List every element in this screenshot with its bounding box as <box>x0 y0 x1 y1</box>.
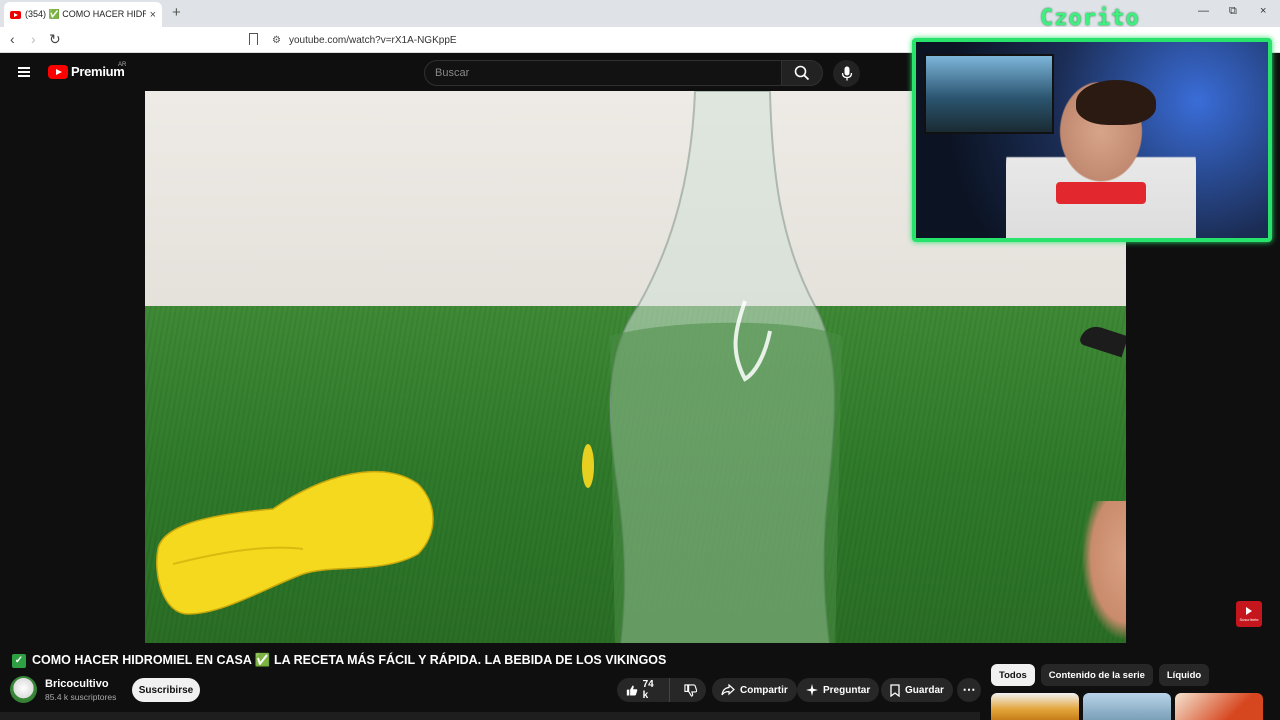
bookmark-icon[interactable] <box>249 33 258 45</box>
streamer-microphone <box>1056 182 1146 204</box>
channel-name[interactable]: Bricocultivo <box>45 678 116 690</box>
bottom-strip <box>0 712 980 720</box>
chip-series-content[interactable]: Contenido de la serie <box>1040 664 1153 686</box>
search-button[interactable] <box>781 60 823 86</box>
related-filter-chips: Todos Contenido de la serie Líquido <box>991 664 1210 686</box>
restore-icon[interactable]: ⧉ <box>1229 5 1237 18</box>
window-close-icon[interactable]: × <box>1260 5 1266 17</box>
thumbs-up-icon <box>626 685 638 695</box>
url-field[interactable]: ⚙ youtube.com/watch?v=rX1A-NGKppE <box>272 31 892 49</box>
subscribe-button[interactable]: Suscribirse <box>132 678 200 702</box>
new-tab-button[interactable]: + <box>172 4 181 21</box>
dislike-button[interactable] <box>675 683 706 697</box>
search-box <box>424 60 782 86</box>
back-icon[interactable]: ‹ <box>10 31 15 47</box>
tab-title: (354) ✅ COMO HACER HIDR <box>25 9 146 19</box>
streamer-name: Czorito <box>1040 6 1140 31</box>
glass-bottle-image <box>582 91 842 643</box>
streamer-hair <box>1076 80 1156 125</box>
search-input[interactable] <box>435 67 781 79</box>
play-icon <box>1246 606 1252 615</box>
voice-search-button[interactable] <box>833 60 860 87</box>
youtube-logo-icon <box>48 64 68 79</box>
video-title-text: COMO HACER HIDROMIEL EN CASA ✅ LA RECETA… <box>32 653 667 667</box>
related-video-thumbnail[interactable] <box>1175 693 1263 720</box>
video-title: ✓ COMO HACER HIDROMIEL EN CASA ✅ LA RECE… <box>12 653 666 668</box>
related-thumbnails <box>991 693 1263 720</box>
bookmark-save-icon <box>890 683 900 697</box>
share-label: Compartir <box>740 684 788 696</box>
browser-tab[interactable]: (354) ✅ COMO HACER HIDR × <box>4 2 162 27</box>
minimize-icon[interactable]: — <box>1198 5 1209 17</box>
related-video-thumbnail[interactable] <box>1083 693 1171 720</box>
ask-label: Preguntar <box>823 684 871 696</box>
site-info-icon[interactable]: ⚙ <box>272 35 281 46</box>
subscriber-count: 85.4 k suscriptores <box>45 691 117 702</box>
subscribe-watermark[interactable]: Suscríbete <box>1236 601 1262 627</box>
like-dislike-group: 74 k <box>617 678 706 702</box>
share-button[interactable]: Compartir <box>712 678 797 702</box>
hand-image <box>1081 501 1126 641</box>
logo-text: Premium <box>71 64 125 79</box>
save-label: Guardar <box>905 684 944 696</box>
chip-todos[interactable]: Todos <box>991 664 1035 686</box>
menu-icon[interactable] <box>18 67 30 77</box>
youtube-premium-logo[interactable]: Premium AR <box>48 62 127 79</box>
forward-icon[interactable]: › <box>31 31 36 47</box>
reload-icon[interactable]: ↻ <box>49 31 61 48</box>
like-count: 74 k <box>642 679 654 701</box>
yellow-balloon-image <box>156 470 434 615</box>
share-icon <box>721 684 735 696</box>
check-icon: ✓ <box>12 653 26 668</box>
microphone-icon <box>841 66 852 81</box>
thumbs-down-icon <box>684 683 697 697</box>
related-video-thumbnail[interactable] <box>991 693 1079 720</box>
watermark-label: Suscríbete <box>1239 616 1259 622</box>
channel-info: Bricocultivo 85.4 k suscriptores <box>10 676 116 703</box>
channel-avatar[interactable] <box>10 676 37 703</box>
region-code: AR <box>118 62 127 68</box>
like-button[interactable]: 74 k <box>617 678 670 702</box>
more-actions-button[interactable]: ⋯ <box>957 678 981 702</box>
save-button[interactable]: Guardar <box>881 678 953 702</box>
chip-liquido[interactable]: Líquido <box>1158 664 1210 686</box>
tab-close-icon[interactable]: × <box>150 9 156 21</box>
search-icon <box>794 65 810 81</box>
sparkle-icon <box>806 684 818 696</box>
ask-button[interactable]: Preguntar <box>797 678 880 702</box>
streamer-webcam-overlay <box>912 38 1272 242</box>
url-text: youtube.com/watch?v=rX1A-NGKppE <box>288 34 457 46</box>
youtube-favicon-icon <box>10 10 21 19</box>
